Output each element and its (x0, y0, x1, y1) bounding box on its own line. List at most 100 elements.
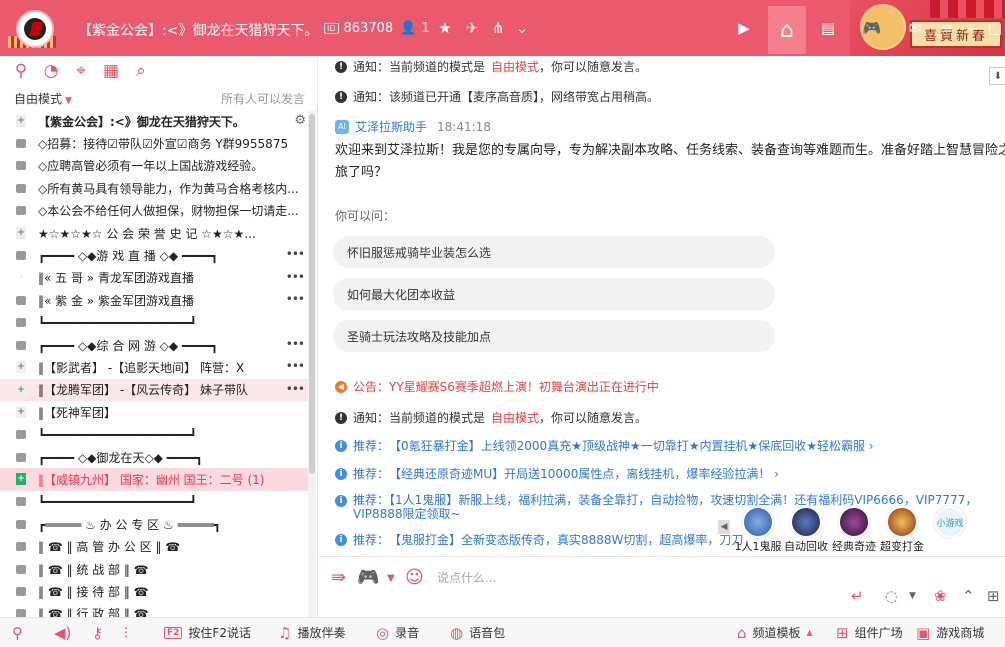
channel-item[interactable]: + ‖【威镇九州】 国家：幽州 国王：二号 (1) (0, 468, 308, 491)
chevron-up-icon[interactable]: ⌃ (962, 587, 975, 605)
share-icon[interactable]: ⋔ (488, 18, 508, 38)
emoji-icon[interactable]: ☺ (405, 567, 424, 588)
mode-select[interactable]: 自由模式 ▼ (14, 90, 72, 107)
game-shortcut[interactable]: 超变打金 (878, 506, 926, 554)
search-icon[interactable]: ⌕ (130, 60, 152, 82)
caret-down-icon[interactable]: ▼ (909, 591, 916, 601)
speech-bubble-icon[interactable]: ◌ (885, 587, 898, 605)
mode-link[interactable]: 自由模式 (491, 58, 539, 75)
microphone-button[interactable]: ⚷ (92, 624, 103, 642)
channel-item[interactable]: ◇招募：接待☑带队☑外宣☑商务 Y群9955875 (0, 132, 308, 154)
channel-item[interactable]: ‖ ☎ ‖ 接 待 部 ‖ ☎ (0, 580, 308, 602)
mail-icon[interactable]: ✉ (905, 18, 925, 38)
channel-item[interactable]: ┏═════ ♨ 办 公 专 区 ♨ ═════┓ (0, 513, 308, 535)
record-button[interactable]: ◎ 录音 (376, 624, 419, 642)
game-mall-button[interactable]: ▣ 游戏商城 (916, 624, 984, 642)
channel-item[interactable]: + ‖【龙腾军团】 -【风云传奇】 妹子带队 ••• (0, 378, 308, 402)
play-music-button[interactable]: ♫ 播放伴奏 (278, 624, 345, 642)
bottom-toolbar: ⚲ ◀) ⚷ ⫶ F2 按住F2说话 ♫ 播放伴奏 ◎ 录音 ◍ 语音包 ⌂ 频道模板 ▲ … (0, 617, 1005, 647)
scroll-down-button[interactable]: ⬇ (989, 67, 1005, 85)
widget-square-button[interactable]: ⊞ 组件广场 (836, 624, 903, 642)
channel-item[interactable]: · ‖« 五 哥 » 青龙军团游戏直播 ••• (0, 267, 308, 289)
announcement-message[interactable]: ◀ 公告：YY星耀赛S6赛季超燃上演！初舞台演出正在进行中 (335, 378, 659, 395)
channel-item[interactable]: ‖« 紫 金 » 紫金军团游戏直播 ••• (0, 289, 308, 311)
user-icon: 👤 (400, 21, 417, 36)
channel-item[interactable]: ┗━━━━━━━━━━━━━━━━━━━━┛ (0, 423, 308, 445)
channel-item[interactable]: + 【紫金公会】:<》御龙在天猎狩天下。 ⚙ (0, 110, 308, 132)
quick-reply-icon[interactable]: ⇛ (331, 567, 346, 588)
audio-settings-button[interactable]: ⫶ (124, 624, 128, 642)
caret-down-icon[interactable]: ▼ (387, 573, 395, 584)
online-count: 1 (421, 21, 430, 36)
flower-icon[interactable]: ❀ (934, 587, 947, 605)
channel-item[interactable]: ◇应聘高管必须有一年以上国战游戏经验。 (0, 155, 308, 177)
online-users[interactable]: 👤 1 (400, 21, 429, 36)
promo-message[interactable]: i 推荐： 【经典还原奇迹MU】开局送10000属性点，离线挂机，爆率经验拉满！ … (335, 465, 779, 482)
suggestion-chip[interactable]: 圣骑士玩法攻略及技能加点 (333, 320, 775, 352)
channel-item[interactable]: + ★☆★☆★☆ 公 会 荣 誉 史 记 ☆★☆★... (0, 222, 308, 244)
scrollbar-thumb[interactable] (309, 114, 315, 474)
notice-message: ! 通知： 当前频道的模式是 自由模式 ，你可以随意发言。 (335, 409, 647, 426)
game-shortcut[interactable]: 1人1鬼服 (734, 506, 782, 554)
channel-name: ‖ ☎ ‖ 高 管 办 公 区 ‖ ☎ (38, 540, 181, 555)
layout-icon[interactable]: ▤ (818, 18, 838, 38)
maximize-icon[interactable]: □ (985, 18, 1005, 38)
channel-item[interactable]: + ‖【影武者】 -【追影天地间】 阵营：X ••• (0, 356, 308, 378)
more-icon[interactable]: ••• (286, 247, 305, 261)
game-shortcut[interactable]: 小游戏 (926, 506, 974, 538)
suggestion-chip[interactable]: 如何最大化团本收益 (333, 278, 775, 310)
video-icon[interactable]: ▶ (734, 18, 754, 38)
game-shortcut[interactable]: 自动回收 (782, 506, 830, 554)
channel-item[interactable]: ‖ ☎ ‖ 高 管 办 公 区 ‖ ☎ (0, 535, 308, 557)
send-icon[interactable]: ↵ (851, 587, 864, 605)
suggestion-chip[interactable]: 怀旧服惩戒骑毕业装怎么选 (333, 236, 775, 268)
sidebar-scrollbar[interactable] (308, 110, 316, 620)
game-emoji-icon[interactable]: 🎮 (357, 567, 379, 588)
games-prev-button[interactable]: ◀ (718, 520, 730, 534)
board-icon[interactable]: ▦ (100, 60, 122, 82)
push-to-talk-button[interactable]: F2 按住F2说话 (164, 624, 251, 641)
channel-item[interactable]: ‖ ☎ ‖ 统 战 部 ‖ ☎ (0, 558, 308, 580)
voice-pack-button[interactable]: ◍ 语音包 (450, 624, 505, 642)
channel-item[interactable]: ┏━━━━ ◇◆游 戏 直 播 ◇◆ ━━━━┓ ••• (0, 244, 308, 266)
more-icon[interactable]: ••• (286, 270, 305, 284)
more-icon[interactable]: ••• (286, 359, 305, 373)
channel-id[interactable]: ID 863708 (324, 21, 393, 36)
robot-icon[interactable]: ⚙ (294, 113, 306, 128)
mode-link[interactable]: 自由模式 (491, 409, 539, 426)
bot-name[interactable]: 艾泽拉斯助手 (355, 118, 427, 135)
channel-item[interactable]: + ‖【死神军团】 (0, 401, 308, 423)
channel-item[interactable]: ┗━━━━━━━━━━━━━━━━━━━━┛ (0, 491, 308, 513)
channel-item[interactable]: ┏━━━━ ◇◆综 合 网 游 ◇◆ ━━━━┓ ••• (0, 334, 308, 356)
info-icon: i (335, 439, 347, 452)
channel-item[interactable]: ┏━━━━ ◇◆御龙在天◇◆ ━━━━┓ (0, 446, 308, 468)
channel-item[interactable]: ┗━━━━━━━━━━━━━━━━━━━━┛ (0, 312, 308, 334)
more-icon[interactable]: ••• (286, 337, 305, 351)
menu-icon[interactable]: ≡ (937, 18, 957, 38)
account-icon[interactable]: ⚲ (12, 624, 23, 642)
more-icon[interactable]: ••• (286, 292, 305, 306)
gift-icon[interactable]: ⊞ (987, 587, 1000, 605)
speed-icon[interactable]: ◔ (40, 60, 62, 82)
channel-item[interactable]: ‖ ☎ ‖ 行 政 部 ‖ ☎ (0, 603, 308, 617)
location-icon[interactable]: ⌖ (70, 60, 92, 82)
message-input[interactable]: 说点什么... (437, 569, 496, 586)
channel-avatar[interactable] (16, 10, 54, 48)
user-icon[interactable]: ⚲ (10, 60, 32, 82)
minimize-icon[interactable]: — (962, 18, 982, 38)
channel-item[interactable]: ◇所有黄马具有领导能力，作为黄马合格考核内... (0, 177, 308, 199)
more-icon[interactable]: ••• (286, 382, 305, 396)
channel-template-button[interactable]: ⌂ 频道模板 ▲ (737, 624, 813, 642)
home-button[interactable]: ⌂ (768, 6, 806, 54)
channel-item[interactable]: ◇本公会不给任何人做担保，财物担保一切请走... (0, 200, 308, 222)
chevron-down-icon[interactable]: ⌄ (512, 18, 532, 38)
plane-icon[interactable]: ✈ (462, 18, 482, 38)
game-shortcut[interactable]: 经典奇迹 (830, 506, 878, 554)
volume-button[interactable]: ◀) (54, 624, 71, 642)
gamepad-icon[interactable]: 🎮 (862, 18, 882, 38)
bot-avatar[interactable]: AI (335, 119, 349, 134)
star-icon[interactable]: ★ (435, 18, 455, 38)
promo-message[interactable]: i 推荐： 【0氪狂暴打金】上线领2000真充★顶级战神★一切靠打★内置挂机★保底… (335, 437, 874, 454)
channel-name: ┏━━━━ ◇◆御龙在天◇◆ ━━━━┓ (38, 450, 203, 465)
promo-message[interactable]: i 推荐： 【鬼服打金】全新变态版传奇，真实8888W切割，超高爆率，刀刀 (335, 531, 743, 548)
